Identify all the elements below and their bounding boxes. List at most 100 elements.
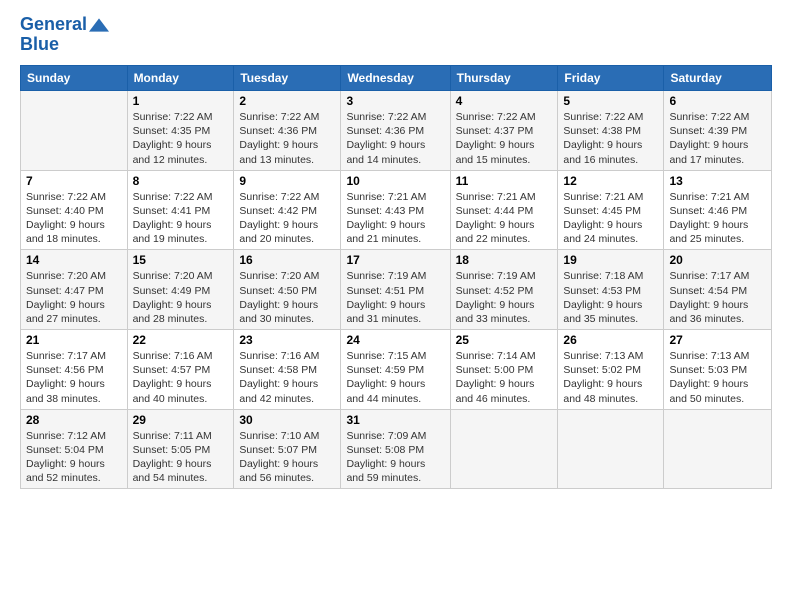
date-number: 10 <box>346 174 444 188</box>
logo-text-line1: General <box>20 15 87 35</box>
calendar-cell: 14Sunrise: 7:20 AMSunset: 4:47 PMDayligh… <box>21 250 128 330</box>
header-day: Friday <box>558 66 664 91</box>
header-day: Saturday <box>664 66 772 91</box>
calendar-cell: 15 Sunrise: 7:20 AMSunset: 4:49 PMDayligh… <box>127 250 234 330</box>
date-number: 29 <box>133 413 229 427</box>
calendar-cell: 28Sunrise: 7:12 AMSunset: 5:04 PMDayligh… <box>21 409 128 489</box>
header-day: Tuesday <box>234 66 341 91</box>
date-number: 12 <box>563 174 658 188</box>
calendar-cell <box>664 409 772 489</box>
cell-info: Sunrise: 7:22 AMSunset: 4:36 PMDaylight:… <box>346 110 444 167</box>
cell-info: Sunrise: 7:13 AMSunset: 5:02 PMDaylight:… <box>563 349 658 406</box>
calendar-header-row: SundayMondayTuesdayWednesdayThursdayFrid… <box>21 66 772 91</box>
cell-info: Sunrise: 7:16 AMSunset: 4:57 PMDaylight:… <box>133 349 229 406</box>
cell-info: Sunrise: 7:17 AMSunset: 4:54 PMDaylight:… <box>669 269 766 326</box>
date-number: 2 <box>239 94 335 108</box>
logo-icon <box>89 15 109 35</box>
calendar-cell: 29 Sunrise: 7:11 AMSunset: 5:05 PMDayligh… <box>127 409 234 489</box>
date-number: 31 <box>346 413 444 427</box>
date-number: 27 <box>669 333 766 347</box>
cell-info: Sunrise: 7:15 AMSunset: 4:59 PMDaylight:… <box>346 349 444 406</box>
cell-info: Sunrise: 7:16 AMSunset: 4:58 PMDaylight:… <box>239 349 335 406</box>
date-number: 24 <box>346 333 444 347</box>
calendar-cell: 4Sunrise: 7:22 AMSunset: 4:37 PMDaylight… <box>450 91 558 171</box>
cell-info: Sunrise: 7:20 AMSunset: 4:50 PMDaylight:… <box>239 269 335 326</box>
date-number: 3 <box>346 94 444 108</box>
date-number: 16 <box>239 253 335 267</box>
calendar-week-row: 21 Sunrise: 7:17 AMSunset: 4:56 PMDayligh… <box>21 330 772 410</box>
main-container: General Blue SundayMondayTuesdayWednesda… <box>0 0 792 612</box>
date-number: 17 <box>346 253 444 267</box>
date-number: 18 <box>456 253 553 267</box>
calendar-cell: 6Sunrise: 7:22 AMSunset: 4:39 PMDaylight… <box>664 91 772 171</box>
date-number: 22 <box>133 333 229 347</box>
calendar-week-row: 14Sunrise: 7:20 AMSunset: 4:47 PMDayligh… <box>21 250 772 330</box>
date-number: 8 <box>133 174 229 188</box>
calendar-cell: 2 Sunrise: 7:22 AMSunset: 4:36 PMDaylight… <box>234 91 341 171</box>
calendar-week-row: 1 Sunrise: 7:22 AMSunset: 4:35 PMDaylight… <box>21 91 772 171</box>
date-number: 11 <box>456 174 553 188</box>
calendar-week-row: 28Sunrise: 7:12 AMSunset: 5:04 PMDayligh… <box>21 409 772 489</box>
date-number: 1 <box>133 94 229 108</box>
header-day: Monday <box>127 66 234 91</box>
header: General Blue <box>20 15 772 55</box>
calendar-table: SundayMondayTuesdayWednesdayThursdayFrid… <box>20 65 772 489</box>
calendar-cell: 1 Sunrise: 7:22 AMSunset: 4:35 PMDaylight… <box>127 91 234 171</box>
cell-info: Sunrise: 7:21 AMSunset: 4:44 PMDaylight:… <box>456 190 553 247</box>
calendar-cell: 7 Sunrise: 7:22 AMSunset: 4:40 PMDaylight… <box>21 170 128 250</box>
calendar-cell <box>558 409 664 489</box>
logo: General Blue <box>20 15 109 55</box>
date-number: 7 <box>26 174 122 188</box>
calendar-cell: 23 Sunrise: 7:16 AMSunset: 4:58 PMDayligh… <box>234 330 341 410</box>
cell-info: Sunrise: 7:21 AMSunset: 4:45 PMDaylight:… <box>563 190 658 247</box>
cell-info: Sunrise: 7:19 AMSunset: 4:51 PMDaylight:… <box>346 269 444 326</box>
cell-info: Sunrise: 7:22 AMSunset: 4:41 PMDaylight:… <box>133 190 229 247</box>
calendar-cell: 26 Sunrise: 7:13 AMSunset: 5:02 PMDayligh… <box>558 330 664 410</box>
calendar-cell <box>450 409 558 489</box>
cell-info: Sunrise: 7:19 AMSunset: 4:52 PMDaylight:… <box>456 269 553 326</box>
cell-info: Sunrise: 7:18 AMSunset: 4:53 PMDaylight:… <box>563 269 658 326</box>
date-number: 19 <box>563 253 658 267</box>
cell-info: Sunrise: 7:09 AMSunset: 5:08 PMDaylight:… <box>346 429 444 486</box>
calendar-cell <box>21 91 128 171</box>
calendar-cell: 12 Sunrise: 7:21 AMSunset: 4:45 PMDayligh… <box>558 170 664 250</box>
calendar-cell: 13Sunrise: 7:21 AMSunset: 4:46 PMDayligh… <box>664 170 772 250</box>
cell-info: Sunrise: 7:11 AMSunset: 5:05 PMDaylight:… <box>133 429 229 486</box>
date-number: 21 <box>26 333 122 347</box>
calendar-cell: 5Sunrise: 7:22 AMSunset: 4:38 PMDaylight… <box>558 91 664 171</box>
calendar-cell: 9 Sunrise: 7:22 AMSunset: 4:42 PMDaylight… <box>234 170 341 250</box>
logo-text-line2: Blue <box>20 34 59 54</box>
calendar-cell: 10Sunrise: 7:21 AMSunset: 4:43 PMDayligh… <box>341 170 450 250</box>
calendar-cell: 30Sunrise: 7:10 AMSunset: 5:07 PMDayligh… <box>234 409 341 489</box>
header-day: Thursday <box>450 66 558 91</box>
calendar-cell: 11 Sunrise: 7:21 AMSunset: 4:44 PMDayligh… <box>450 170 558 250</box>
calendar-cell: 18 Sunrise: 7:19 AMSunset: 4:52 PMDayligh… <box>450 250 558 330</box>
calendar-cell: 22 Sunrise: 7:16 AMSunset: 4:57 PMDayligh… <box>127 330 234 410</box>
date-number: 26 <box>563 333 658 347</box>
cell-info: Sunrise: 7:14 AMSunset: 5:00 PMDaylight:… <box>456 349 553 406</box>
cell-info: Sunrise: 7:17 AMSunset: 4:56 PMDaylight:… <box>26 349 122 406</box>
calendar-cell: 19 Sunrise: 7:18 AMSunset: 4:53 PMDayligh… <box>558 250 664 330</box>
calendar-cell: 27 Sunrise: 7:13 AMSunset: 5:03 PMDayligh… <box>664 330 772 410</box>
header-day: Wednesday <box>341 66 450 91</box>
date-number: 15 <box>133 253 229 267</box>
date-number: 23 <box>239 333 335 347</box>
cell-info: Sunrise: 7:22 AMSunset: 4:38 PMDaylight:… <box>563 110 658 167</box>
cell-info: Sunrise: 7:22 AMSunset: 4:35 PMDaylight:… <box>133 110 229 167</box>
calendar-cell: 21 Sunrise: 7:17 AMSunset: 4:56 PMDayligh… <box>21 330 128 410</box>
cell-info: Sunrise: 7:22 AMSunset: 4:37 PMDaylight:… <box>456 110 553 167</box>
date-number: 25 <box>456 333 553 347</box>
cell-info: Sunrise: 7:22 AMSunset: 4:40 PMDaylight:… <box>26 190 122 247</box>
calendar-cell: 8 Sunrise: 7:22 AMSunset: 4:41 PMDaylight… <box>127 170 234 250</box>
cell-info: Sunrise: 7:22 AMSunset: 4:42 PMDaylight:… <box>239 190 335 247</box>
cell-info: Sunrise: 7:12 AMSunset: 5:04 PMDaylight:… <box>26 429 122 486</box>
date-number: 30 <box>239 413 335 427</box>
date-number: 13 <box>669 174 766 188</box>
cell-info: Sunrise: 7:22 AMSunset: 4:39 PMDaylight:… <box>669 110 766 167</box>
cell-info: Sunrise: 7:22 AMSunset: 4:36 PMDaylight:… <box>239 110 335 167</box>
cell-info: Sunrise: 7:20 AMSunset: 4:49 PMDaylight:… <box>133 269 229 326</box>
calendar-cell: 20Sunrise: 7:17 AMSunset: 4:54 PMDayligh… <box>664 250 772 330</box>
cell-info: Sunrise: 7:13 AMSunset: 5:03 PMDaylight:… <box>669 349 766 406</box>
calendar-cell: 17 Sunrise: 7:19 AMSunset: 4:51 PMDayligh… <box>341 250 450 330</box>
date-number: 9 <box>239 174 335 188</box>
